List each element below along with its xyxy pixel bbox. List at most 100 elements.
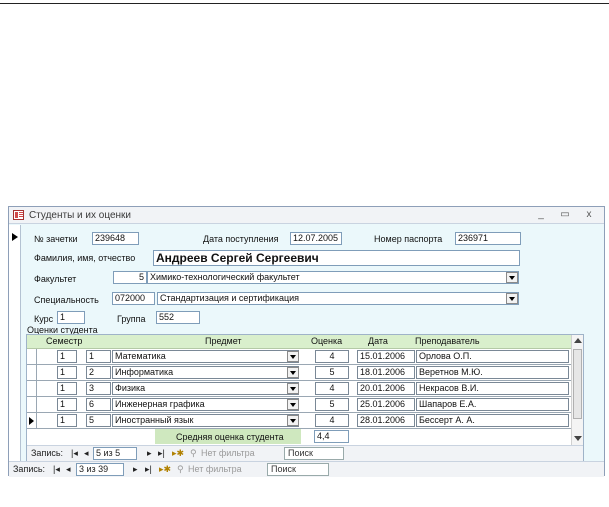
group-label: Группа	[117, 314, 146, 324]
form-window: Студенты и их оценки _ ▭ x № зачетки 239…	[8, 206, 605, 477]
row-selector[interactable]	[27, 381, 37, 396]
maximize-button[interactable]: ▭	[557, 208, 573, 222]
row-selector[interactable]	[27, 365, 37, 380]
subject-code-cell[interactable]: 3	[86, 382, 111, 395]
course-field[interactable]: 1	[57, 311, 85, 324]
current-record-arrow-icon	[12, 233, 18, 241]
scroll-down-icon[interactable]	[574, 436, 582, 441]
semester-column-header[interactable]: Семестр	[46, 336, 82, 346]
name-label: Фамилия, имя, отчество	[34, 253, 136, 263]
subform-search-box[interactable]: Поиск	[284, 447, 344, 460]
main-record-position[interactable]: 3 из 39	[76, 463, 124, 476]
subform-prev-record-button[interactable]: ◂	[84, 448, 89, 459]
teacher-cell[interactable]: Орлова О.П.	[416, 350, 569, 363]
main-filter-status[interactable]: Нет фильтра	[188, 464, 242, 474]
subject-dropdown-icon[interactable]	[287, 383, 299, 394]
subject-column-header[interactable]: Предмет	[205, 336, 242, 346]
grade-cell[interactable]: 5	[315, 366, 349, 379]
subject-cell[interactable]: Информатика	[112, 366, 299, 379]
subject-cell[interactable]: Математика	[112, 350, 299, 363]
row-selector[interactable]	[27, 349, 37, 364]
specialty-label: Специальность	[34, 295, 99, 305]
faculty-dropdown-icon[interactable]	[506, 272, 518, 283]
semester-cell[interactable]: 1	[57, 366, 77, 379]
table-row[interactable]: 1 5 Иностранный язык 4 28.01.2006 Бессер…	[27, 413, 571, 429]
name-field[interactable]: Андреев Сергей Сергеевич	[153, 250, 520, 266]
grade-cell[interactable]: 4	[315, 350, 349, 363]
subform-next-record-button[interactable]: ▸	[147, 448, 152, 459]
vertical-scrollbar[interactable]	[571, 335, 583, 445]
subform-first-record-button[interactable]: |◂	[71, 448, 78, 459]
table-row[interactable]: 1 3 Физика 4 20.01.2006 Некрасов В.И.	[27, 381, 571, 397]
main-next-record-button[interactable]: ▸	[133, 464, 138, 475]
average-field: 4,4	[314, 430, 349, 443]
record-book-field[interactable]: 239648	[92, 232, 139, 245]
subform-filter-icon: ⚲	[190, 448, 197, 458]
teacher-cell[interactable]: Веретнов М.Ю.	[416, 366, 569, 379]
table-row[interactable]: 1 2 Информатика 5 18.01.2006 Веретнов М.…	[27, 365, 571, 381]
date-cell[interactable]: 28.01.2006	[357, 414, 415, 427]
grade-column-header[interactable]: Оценка	[311, 336, 342, 346]
admission-date-field[interactable]: 12.07.2005	[290, 232, 342, 245]
teacher-cell[interactable]: Бессерт А. А.	[416, 414, 569, 427]
teacher-cell[interactable]: Некрасов В.И.	[416, 382, 569, 395]
table-row[interactable]: 1 6 Инженерная графика 5 25.01.2006 Шапа…	[27, 397, 571, 413]
grades-footer: Средняя оценка студента 4,4	[27, 429, 571, 445]
close-button[interactable]: x	[581, 208, 597, 222]
faculty-code-field[interactable]: 5	[113, 271, 147, 284]
semester-cell[interactable]: 1	[57, 350, 77, 363]
passport-label: Номер паспорта	[374, 234, 443, 244]
date-column-header[interactable]: Дата	[368, 336, 388, 346]
specialty-dropdown-icon[interactable]	[506, 293, 518, 304]
subject-dropdown-icon[interactable]	[287, 399, 299, 410]
grade-cell[interactable]: 5	[315, 398, 349, 411]
grade-cell[interactable]: 4	[315, 382, 349, 395]
subject-code-cell[interactable]: 1	[86, 350, 111, 363]
faculty-label: Факультет	[34, 274, 77, 284]
faculty-name-field[interactable]: Химико-технологический факультет	[147, 271, 519, 284]
subject-code-cell[interactable]: 2	[86, 366, 111, 379]
subject-cell[interactable]: Инженерная графика	[112, 398, 299, 411]
semester-cell[interactable]: 1	[57, 382, 77, 395]
main-record-label: Запись:	[13, 464, 46, 474]
teacher-column-header[interactable]: Преподаватель	[415, 336, 480, 346]
subform-record-position[interactable]: 5 из 5	[93, 447, 137, 460]
subject-dropdown-icon[interactable]	[287, 351, 299, 362]
scroll-thumb[interactable]	[573, 349, 582, 419]
main-navigation-bar: Запись: |◂ ◂ 3 из 39 ▸ ▸| ▸✱ ⚲ Нет фильт…	[9, 461, 604, 477]
row-selector[interactable]	[27, 397, 37, 412]
teacher-cell[interactable]: Шапаров Е.А.	[416, 398, 569, 411]
subform-last-record-button[interactable]: ▸|	[158, 448, 165, 459]
row-selector[interactable]	[27, 413, 37, 428]
subject-code-cell[interactable]: 5	[86, 414, 111, 427]
grade-cell[interactable]: 4	[315, 414, 349, 427]
main-prev-record-button[interactable]: ◂	[66, 464, 71, 475]
scroll-up-icon[interactable]	[574, 338, 582, 343]
semester-cell[interactable]: 1	[57, 414, 77, 427]
average-label: Средняя оценка студента	[176, 432, 284, 442]
main-first-record-button[interactable]: |◂	[53, 464, 60, 475]
main-search-box[interactable]: Поиск	[267, 463, 329, 476]
date-cell[interactable]: 25.01.2006	[357, 398, 415, 411]
record-selector[interactable]	[9, 225, 21, 463]
subform-navigation-bar: Запись: |◂ ◂ 5 из 5 ▸ ▸| ▸✱ ⚲ Нет фильтр…	[27, 445, 583, 461]
subform-filter-status[interactable]: Нет фильтра	[201, 448, 255, 458]
date-cell[interactable]: 18.01.2006	[357, 366, 415, 379]
main-last-record-button[interactable]: ▸|	[145, 464, 152, 475]
semester-cell[interactable]: 1	[57, 398, 77, 411]
table-row[interactable]: 1 1 Математика 4 15.01.2006 Орлова О.П.	[27, 349, 571, 365]
minimize-button[interactable]: _	[533, 208, 549, 222]
group-field[interactable]: 552	[156, 311, 200, 324]
specialty-name-field[interactable]: Стандартизация и сертификация	[157, 292, 519, 305]
date-cell[interactable]: 20.01.2006	[357, 382, 415, 395]
subject-cell[interactable]: Иностранный язык	[112, 414, 299, 427]
date-cell[interactable]: 15.01.2006	[357, 350, 415, 363]
passport-field[interactable]: 236971	[455, 232, 521, 245]
subject-dropdown-icon[interactable]	[287, 367, 299, 378]
subject-cell[interactable]: Физика	[112, 382, 299, 395]
subform-new-record-button[interactable]: ▸✱	[172, 448, 184, 459]
specialty-code-field[interactable]: 072000	[112, 292, 155, 305]
subject-code-cell[interactable]: 6	[86, 398, 111, 411]
main-new-record-button[interactable]: ▸✱	[159, 464, 171, 475]
subject-dropdown-icon[interactable]	[287, 415, 299, 426]
